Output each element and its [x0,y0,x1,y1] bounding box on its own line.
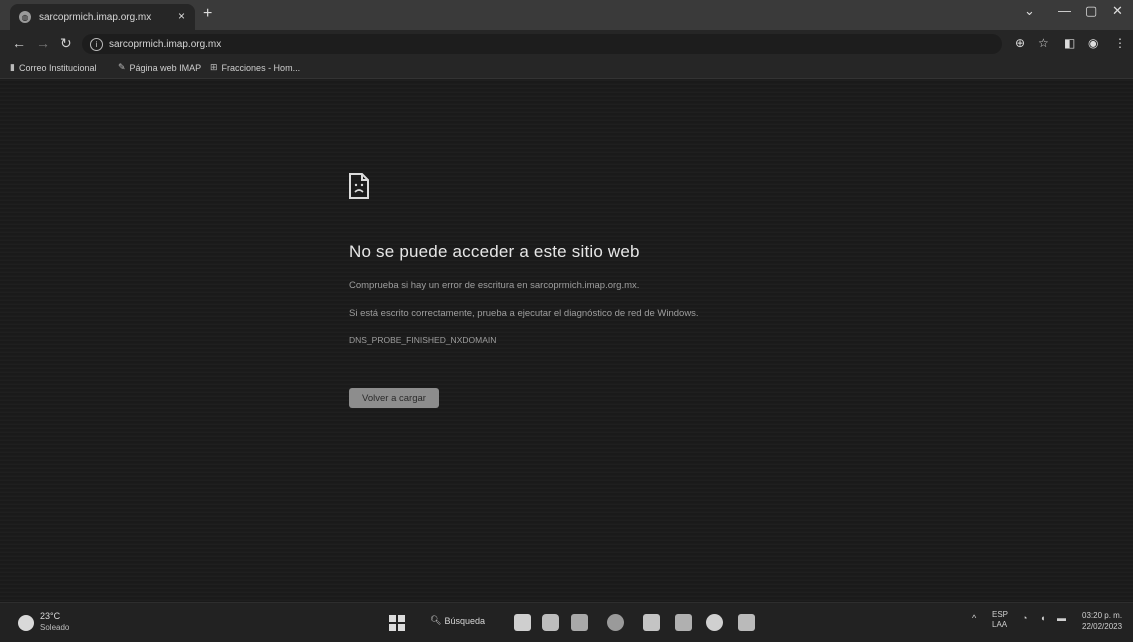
sun-icon[interactable] [18,615,34,631]
search-label: Búsqueda [444,615,485,626]
language-indicator[interactable]: ESP LAA [992,610,1008,630]
pin-icon: ✎ [118,62,126,72]
error-suggestion-typo: Comprueba si hay un error de escritura e… [349,280,640,291]
battery-icon[interactable]: ▬ [1057,613,1066,623]
new-tab-button[interactable]: + [203,5,212,23]
task-view-icon[interactable] [514,614,531,631]
wifi-icon[interactable]: ◔ [1022,613,1027,623]
sad-page-icon [349,173,369,199]
tab-title: sarcoprmich.imap.org.mx [39,11,152,23]
windows-taskbar: 23°C Soleado 🔍︎ Búsqueda ^ ESP LAA ◔ ◖ ▬… [0,602,1133,642]
forward-arrow-icon[interactable]: → [36,35,50,51]
error-code: DNS_PROBE_FINISHED_NXDOMAIN [349,335,497,345]
chrome-icon[interactable] [706,614,723,631]
reload-icon[interactable]: ↻ [60,35,72,52]
bookmark-item[interactable]: ⊞ Fracciones - Hom... [210,62,300,73]
error-title: No se puede acceder a este sitio web [349,242,640,261]
weather-temperature[interactable]: 23°C [40,611,60,621]
bookmark-label: Fracciones - Hom... [221,62,301,73]
clock-time: 03:20 p. m. [1082,611,1123,620]
grid-icon: ⊞ [210,62,218,72]
bookmark-label: Correo Institucional [18,62,97,73]
side-panel-icon[interactable]: ◧ [1064,36,1075,50]
clock[interactable]: 03:20 p. m. 22/02/2023 [1082,610,1122,632]
close-window-icon[interactable]: ✕ [1112,3,1123,19]
windows-start-icon[interactable] [389,615,405,631]
file-explorer-icon[interactable] [571,614,588,631]
address-url: sarcoprmich.imap.org.mx [109,38,222,50]
weather-description[interactable]: Soleado [40,623,69,632]
clock-date: 22/02/2023 [1082,622,1123,631]
volume-icon[interactable]: ◖ [1040,613,1045,623]
keyboard-layout: LAA [992,620,1008,629]
tab-strip: ◍ sarcoprmich.imap.org.mx × + ⌄ — ▢ ✕ [0,0,1133,30]
maximize-icon[interactable]: ▢ [1085,3,1097,19]
star-icon[interactable]: ☆ [1038,36,1049,50]
chevron-down-icon[interactable]: ⌄ [1024,3,1035,19]
menu-kebab-icon[interactable]: ⋮ [1114,36,1126,50]
screen: ◍ sarcoprmich.imap.org.mx × + ⌄ — ▢ ✕ ← … [0,0,1133,642]
reload-button[interactable]: Volver a cargar [349,388,439,408]
error-suggestion-diagnostics: Si está escrito correctamente, prueba a … [349,308,699,319]
taskbar-search[interactable]: 🔍︎ Búsqueda [430,615,485,626]
bookmark-label: Página web IMAP [129,62,202,73]
app-icon[interactable] [738,614,755,631]
store-icon[interactable] [643,614,660,631]
chevron-up-icon[interactable]: ^ [972,613,976,623]
error-page: No se puede acceder a este sitio web Com… [0,79,1133,602]
address-bar[interactable]: i sarcoprmich.imap.org.mx [82,34,1002,54]
info-icon[interactable]: i [90,37,103,51]
bookmarks-bar: ▮ Correo Institucional ✎ Página web IMAP… [0,58,1133,79]
word-icon[interactable] [675,614,692,631]
share-icon[interactable]: ⊕ [1015,36,1025,50]
toolbar: ← → ↻ i sarcoprmich.imap.org.mx ⊕ ☆ ◧ ◉ … [0,30,1133,58]
language-code: ESP [992,610,1009,619]
bookmark-item[interactable]: ✎ Página web IMAP [118,62,201,73]
profile-icon[interactable]: ◉ [1088,36,1098,50]
bookmark-icon: ▮ [10,62,15,72]
minimize-icon[interactable]: — [1058,3,1071,18]
browser-tab[interactable]: ◍ sarcoprmich.imap.org.mx × [10,4,195,30]
back-arrow-icon[interactable]: ← [12,35,26,51]
search-icon: 🔍︎ [430,615,442,625]
globe-icon: ◍ [19,11,31,23]
tab-close-icon[interactable]: × [178,9,185,23]
teams-icon[interactable] [542,614,559,631]
edge-icon[interactable] [607,614,624,631]
bookmark-item[interactable]: ▮ Correo Institucional [10,62,97,73]
